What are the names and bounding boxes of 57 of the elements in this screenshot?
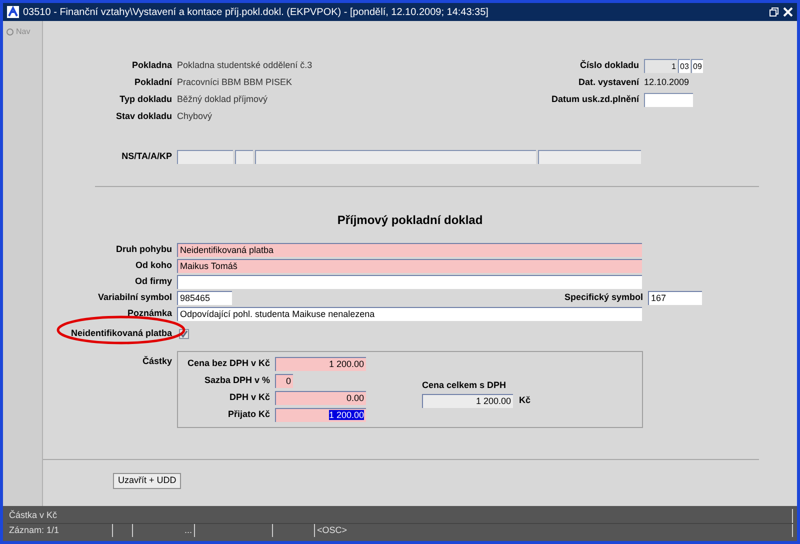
restore-icon[interactable] [769,7,779,17]
field-value: Chybový [177,110,212,123]
status-message: Částka v Kč [7,509,793,523]
field-label: Cena celkem s DPH [422,379,508,392]
input-field[interactable] [177,150,233,164]
input-field[interactable]: 1 200.00 [275,408,366,422]
field-label: Cena bez DPH v Kč [186,357,271,370]
field-label: Od firmy [134,275,172,288]
input-field[interactable]: Odpovídající pohl. studenta Maikuse nenalezena [177,307,642,321]
field-label: Číslo dokladu [580,58,639,72]
input-field[interactable]: 985465 [177,291,232,305]
close-button[interactable]: Uzavřít + UDD [113,473,182,489]
close-icon[interactable] [783,7,793,17]
input-field[interactable]: 1 200.00 [275,357,366,371]
nav-icon [6,28,14,36]
input-field[interactable]: 0.00 [275,391,366,405]
section-label: Částky [141,355,173,368]
field-label: Přijato Kč [226,408,271,422]
field-label: Stav dokladu [114,110,173,123]
field-value: Pracovníci BBM BBM PISEK [177,76,292,89]
input-field[interactable] [538,150,641,164]
input-field[interactable] [177,275,642,289]
form-heading: Příjmový pokladní doklad [336,212,484,229]
input-field[interactable]: 0 [275,374,293,388]
field-label: Specifický symbol [564,291,644,304]
input-field[interactable]: 167 [648,291,702,305]
field-label: Pokladna [130,58,173,72]
input-field[interactable] [644,92,693,106]
status-cell: <OSC> [317,525,348,535]
input-field[interactable] [255,150,536,164]
window-title: 03510 - Finanční vztahy\Vystavení a kontace příj.pokl.dokl. (EKPVPOK) - [pondělí, 12.10.2009; 14:43:35] [23,6,490,20]
field-label: Datum usk.zd.plnění [551,92,639,106]
field-label: Poznámka [127,307,172,320]
status-cell: Záznam: 1/1 [9,525,60,535]
app-icon [7,6,19,18]
input-field[interactable] [235,150,253,164]
status-cell: ... [184,525,192,535]
input-field[interactable]: 09 [691,58,703,72]
field-label: Neidentifikovaná platba [70,327,172,340]
field-label: Od koho [136,259,172,272]
field-label: NS/TA/A/KP [120,150,173,163]
input-field[interactable]: 1 [644,58,677,72]
input-field[interactable]: Maikus Tomáš [177,259,642,273]
input-field[interactable]: 1 200.00 [422,394,513,408]
field-label: Druh pohybu [116,243,172,256]
field-label: Pokladní [133,76,174,89]
unit-label: Kč [519,394,531,408]
field-label: Dat. vystavení [578,76,639,89]
field-label: DPH v Kč [228,391,271,404]
field-value: Pokladna studentské oddělení č.3 [177,58,312,72]
field-label: Sazba DPH v % [203,374,271,388]
input-field[interactable]: Neidentifikovaná platba [177,243,642,257]
field-label: Variabilní symbol [98,291,172,304]
field-label: Typ dokladu [118,92,173,106]
input-field[interactable]: 03 [678,58,690,72]
field-value: Běžný doklad příjmový [177,92,268,106]
field-value: 12.10.2009 [644,76,690,89]
